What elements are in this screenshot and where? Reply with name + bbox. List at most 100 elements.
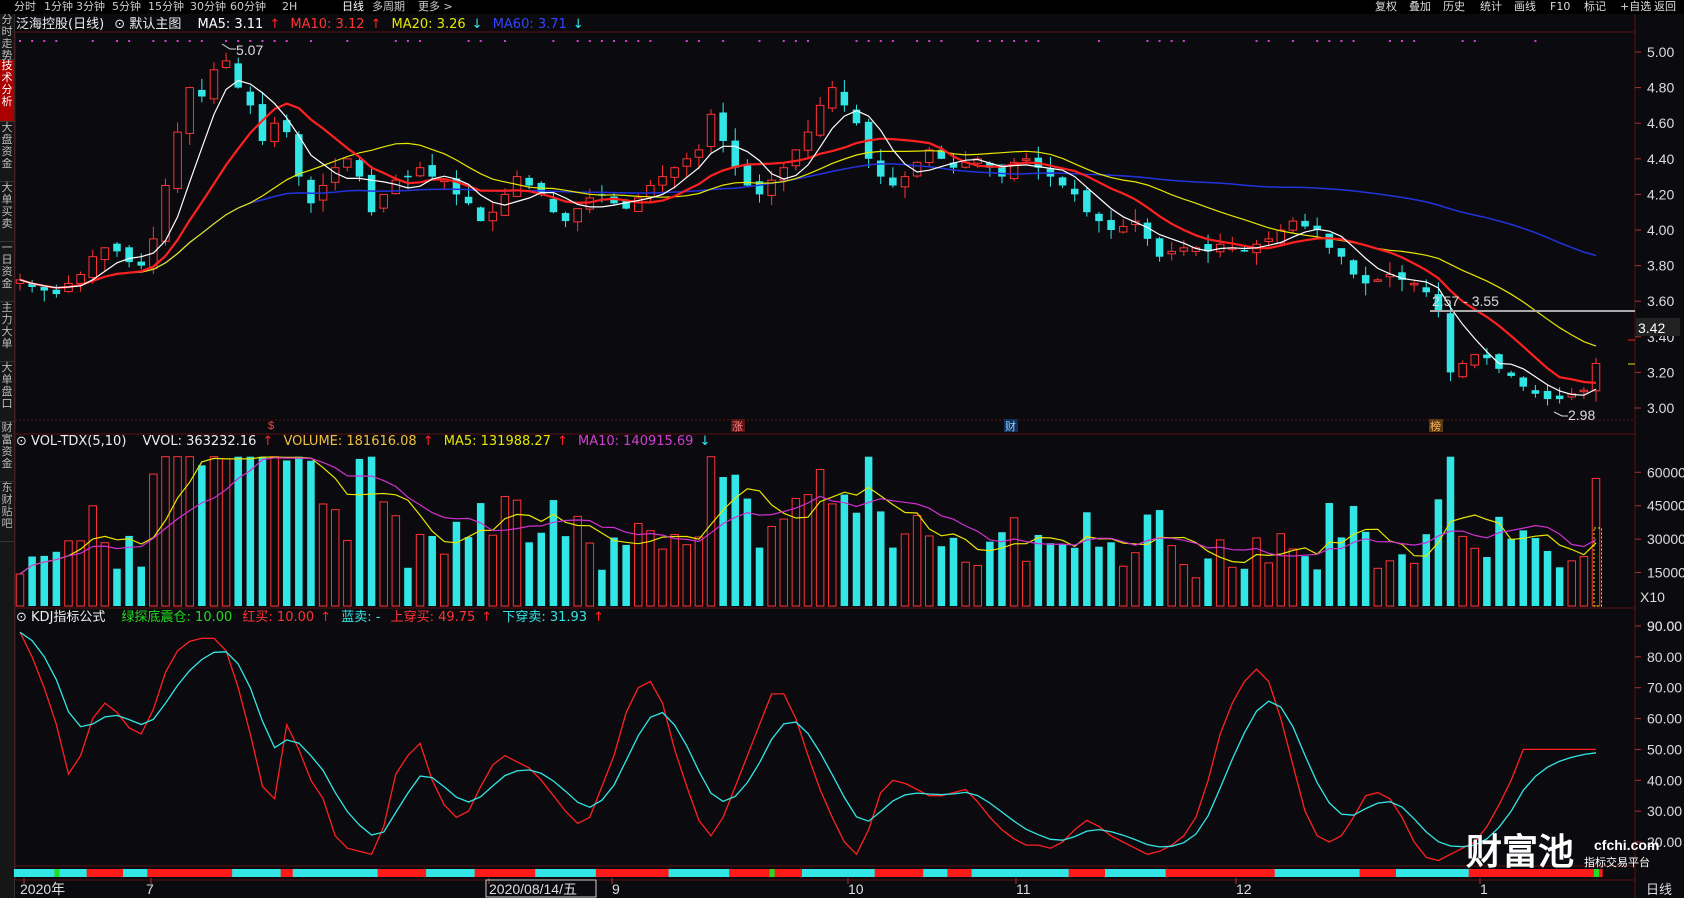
volume-bar (1143, 514, 1152, 606)
date-label-oct: 10 (848, 881, 864, 897)
signal-strip-cell (401, 869, 415, 877)
candle-body (1264, 238, 1273, 242)
signal-dot (1000, 40, 1003, 42)
signal-dot (1340, 40, 1343, 42)
ma20-value: MA20: 3.26 (391, 17, 466, 32)
candle-body (307, 179, 315, 204)
candle-body (840, 91, 849, 106)
signal-dot (758, 40, 761, 42)
signal-dot (128, 40, 131, 42)
candle-body (682, 158, 692, 167)
vol-ma10-arrow: ↓ (699, 434, 711, 449)
candle-body (549, 198, 558, 213)
volume-bar (670, 534, 679, 607)
candle-body (1422, 287, 1431, 293)
candle-body (185, 87, 194, 134)
volume-bar (561, 536, 570, 606)
candle-body (1458, 363, 1467, 378)
signal-strip-cell (1165, 869, 1179, 877)
date-label-jan: 1 (1480, 881, 1488, 897)
volume-bar (1422, 534, 1431, 606)
signal-strip-cell (438, 869, 451, 877)
signal-strip-cell (1274, 869, 1288, 877)
signal-strip-cell (486, 869, 500, 877)
signal-dot (164, 40, 167, 42)
candle-body (1555, 395, 1564, 400)
candle-body (889, 177, 897, 186)
volume-bar (1107, 542, 1115, 606)
volume-bar (173, 456, 182, 607)
template-dropdown[interactable]: ⊙ 默认主图 (114, 17, 187, 32)
volume-bar (1301, 556, 1309, 606)
signal-strip-cell (1129, 869, 1142, 877)
volume-bar (379, 501, 388, 607)
volume-bar (28, 556, 36, 606)
low-marker: 2.98 (1553, 407, 1595, 423)
axes: 3.003.203.403.603.804.004.204.404.604.80… (23, 44, 1684, 884)
volume-bar (1385, 560, 1395, 607)
signal-strip-cell (183, 869, 197, 877)
volume-bar (634, 522, 643, 607)
volume-bar (1555, 567, 1564, 606)
signal-strip-cell (207, 869, 221, 877)
candle-body (209, 69, 219, 100)
kdj-up-arrow: ↑ (481, 610, 493, 625)
candle-body (415, 167, 425, 177)
volume-bar (961, 561, 970, 607)
volume-bar (1070, 547, 1079, 606)
volume-bar (803, 494, 813, 607)
signal-strip-cell (220, 869, 233, 877)
volume-bar (537, 532, 546, 606)
volume-bar (598, 569, 606, 606)
signal-dot (152, 40, 155, 42)
candle-body (561, 213, 570, 222)
vvol-value: VVOL: 363232.16 (142, 434, 257, 449)
candle-body (876, 160, 885, 177)
signal-dot (1473, 40, 1476, 42)
kdj-panel-frame (14, 607, 1636, 881)
volume-bar (573, 515, 582, 607)
signal-strip-cell (389, 869, 403, 877)
candle-body (1179, 247, 1189, 252)
volume-bar (464, 537, 473, 606)
signal-strip-cell (995, 869, 1009, 877)
signal-strip (13, 869, 1603, 877)
ma60-line (19, 163, 1597, 289)
signal-dot (1013, 40, 1016, 42)
signal-dot (988, 40, 991, 42)
signal-strip-cell (1141, 869, 1155, 877)
signal-dot (625, 40, 628, 42)
main-indicator-header: 泛海控股(日线) ⊙ 默认主图 MA5: 3.11 ↑ MA10: 3.12 ↑ M… (16, 17, 590, 33)
signal-strip-cell (1189, 869, 1203, 877)
volume-bar (1507, 538, 1515, 606)
signal-dot (807, 40, 809, 42)
candle-body (464, 196, 473, 204)
volume-bar (694, 536, 704, 607)
signal-strip-cell (547, 869, 561, 877)
signal-strip-cell (1068, 869, 1082, 877)
volume-bar (1215, 539, 1225, 607)
candle-body (900, 176, 910, 188)
candle-body (488, 211, 498, 222)
signal-dot (1146, 40, 1149, 42)
signal-strip-cell (1080, 869, 1094, 877)
candle-body (706, 113, 716, 147)
signal-strip-cell (329, 869, 342, 877)
volume-bar (221, 458, 231, 607)
signal-dot (1267, 40, 1270, 42)
high-label: 5.07 (236, 42, 263, 58)
vol-ma5-arrow: ↑ (556, 434, 568, 449)
date-label-sep: 9 (612, 881, 620, 897)
signal-dot (576, 40, 579, 42)
volume-indicator-dropdown[interactable]: ⊙ VOL-TDX(5,10) (16, 434, 132, 449)
signal-dot (225, 40, 228, 42)
signal-strip-cell (426, 869, 439, 877)
candle-body (658, 176, 667, 186)
candle-body (330, 167, 340, 183)
volume-bar (682, 544, 692, 607)
signal-strip-cell (1044, 869, 1058, 877)
kdj-indicator-dropdown[interactable]: ⊙ KDJ指标公式 (16, 610, 111, 625)
signal-dot (1316, 40, 1319, 42)
volume-bar (1349, 506, 1358, 606)
volume-bar (270, 456, 279, 607)
